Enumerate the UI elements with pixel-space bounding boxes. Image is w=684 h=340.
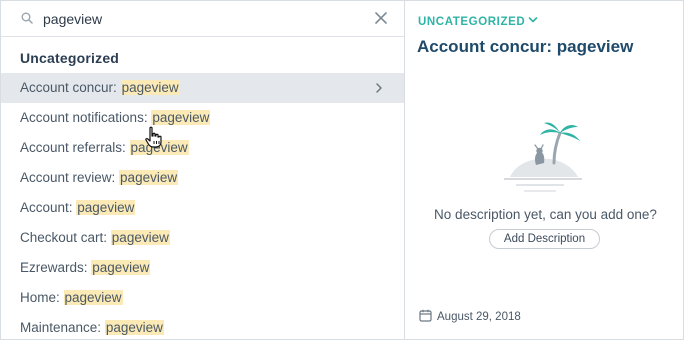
- event-list: Account concur: pageview Account notific…: [1, 73, 404, 340]
- search-input[interactable]: [43, 8, 363, 30]
- list-item[interactable]: Checkout cart: pageview: [1, 223, 404, 253]
- event-list-panel: Uncategorized Account concur: pageview A…: [1, 1, 405, 340]
- calendar-icon: [419, 309, 432, 322]
- item-name: Account concur:: [20, 80, 121, 95]
- match-highlight: pageview: [110, 230, 170, 245]
- list-item[interactable]: Maintenance: pageview: [1, 313, 404, 340]
- list-item[interactable]: Account notifications: pageview: [1, 103, 404, 133]
- list-item[interactable]: Home: pageview: [1, 283, 404, 313]
- last-seen-date: August 29, 2018: [419, 309, 521, 323]
- list-item[interactable]: Account concur: pageview: [1, 73, 404, 103]
- item-name: Ezrewards:: [20, 260, 92, 275]
- close-icon[interactable]: [373, 10, 389, 26]
- item-name: Account notifications:: [20, 110, 152, 125]
- item-name: Account referrals:: [20, 140, 130, 155]
- event-title: Account concur: pageview: [417, 37, 634, 56]
- add-description-button[interactable]: Add Description: [489, 229, 600, 249]
- empty-description-message: No description yet, can you add one?: [434, 207, 657, 222]
- list-item[interactable]: Account: pageview: [1, 193, 404, 223]
- item-name: Account:: [20, 200, 77, 215]
- item-name: Home:: [20, 290, 64, 305]
- match-highlight: pageview: [120, 80, 180, 95]
- match-highlight: pageview: [104, 320, 164, 335]
- hand-pointer-cursor: [145, 126, 162, 148]
- chevron-right-icon: [376, 83, 382, 93]
- match-highlight: pageview: [76, 200, 136, 215]
- item-name: Maintenance:: [20, 320, 105, 335]
- category-dropdown[interactable]: UNCATEGORIZED: [418, 16, 538, 28]
- category-label: UNCATEGORIZED: [418, 16, 526, 28]
- item-name: Checkout cart:: [20, 230, 111, 245]
- list-item[interactable]: Ezrewards: pageview: [1, 253, 404, 283]
- search-bar: [1, 1, 404, 37]
- list-item[interactable]: Account review: pageview: [1, 163, 404, 193]
- island-palm-illustration: [504, 122, 582, 192]
- match-highlight: pageview: [119, 170, 179, 185]
- date-text: August 29, 2018: [437, 311, 521, 323]
- chevron-down-icon: [528, 17, 538, 23]
- item-name: Account review:: [20, 170, 120, 185]
- event-detail-panel: UNCATEGORIZED Account concur: pageview N: [406, 1, 684, 340]
- match-highlight: pageview: [63, 290, 123, 305]
- app-window: Uncategorized Account concur: pageview A…: [0, 0, 684, 340]
- group-title: Uncategorized: [20, 50, 120, 66]
- search-icon: [21, 12, 33, 24]
- list-item[interactable]: Account referrals: pageview: [1, 133, 404, 163]
- match-highlight: pageview: [151, 110, 211, 125]
- match-highlight: pageview: [91, 260, 151, 275]
